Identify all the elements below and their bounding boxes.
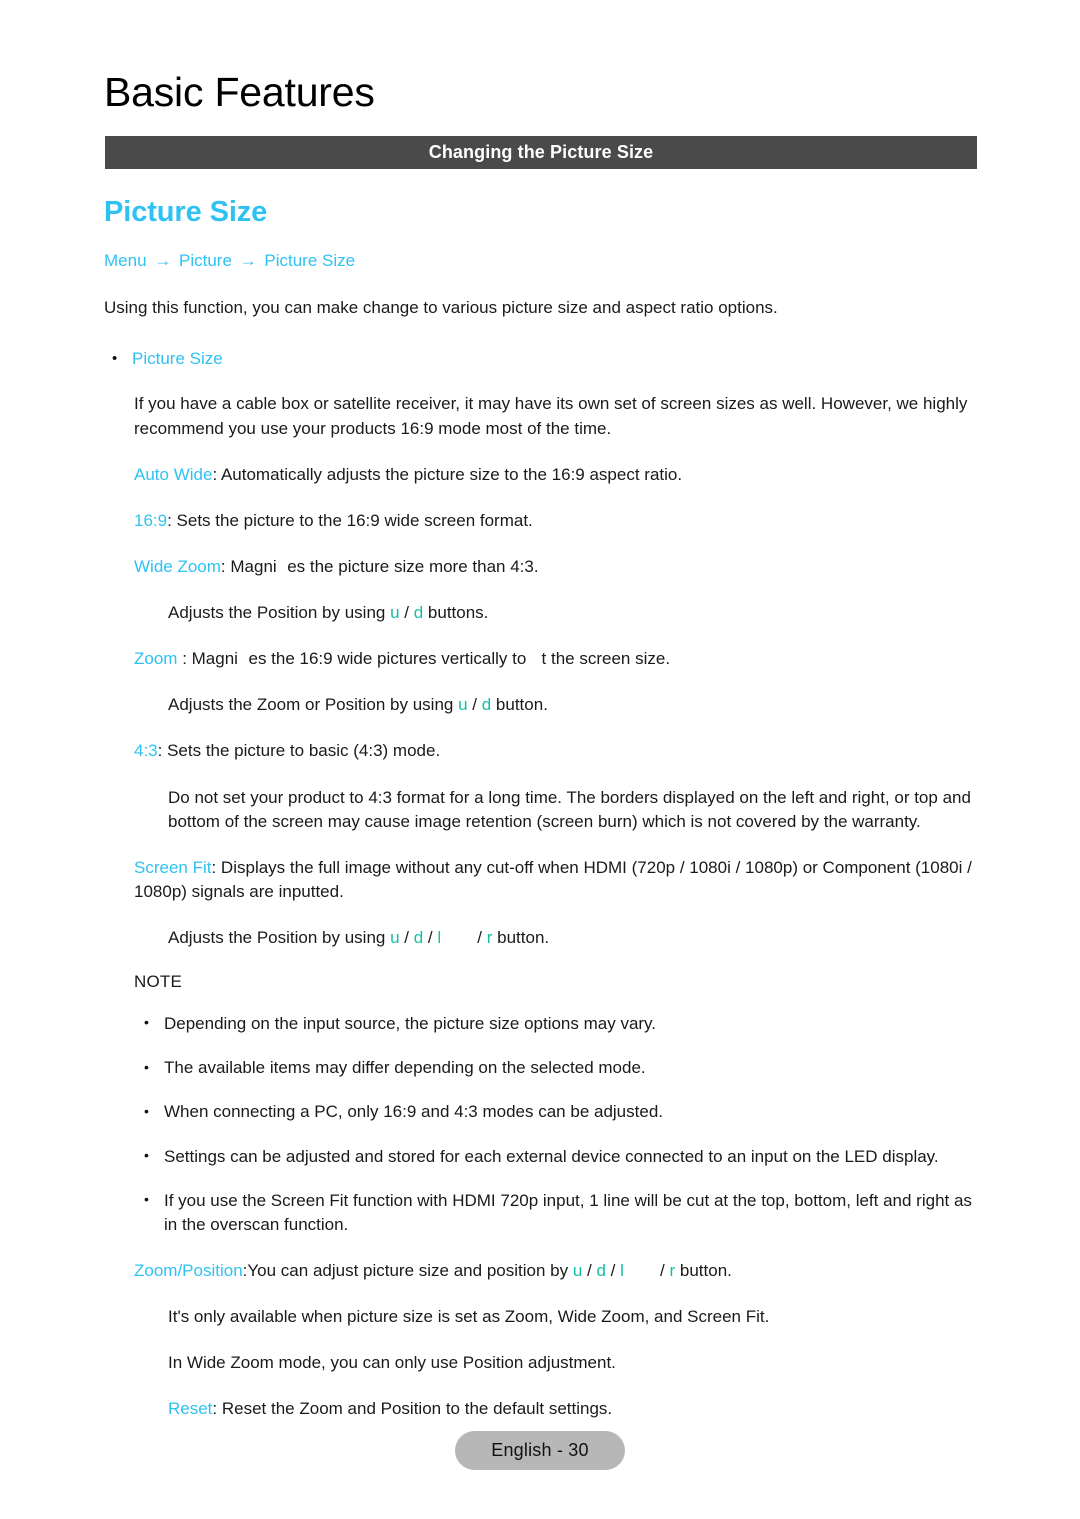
option-wide-zoom: Wide Zoom: Magni es the picture size more… (104, 555, 984, 579)
page-title: Picture Size (104, 196, 268, 228)
option-auto-wide-description: : Automatically adjusts the picture size… (212, 464, 683, 484)
zoom-adjust-prefix: Adjusts the Zoom or Position by using (168, 695, 459, 715)
breadcrumb-item-picture: Picture (179, 251, 232, 270)
breadcrumb-arrow-icon: → (239, 251, 257, 270)
option-reset: Reset: Reset the Zoom and Position to th… (104, 1397, 984, 1421)
picture-size-bullet-heading: • Picture Size (104, 348, 984, 370)
option-auto-wide-term: Auto Wide (134, 464, 213, 484)
zoom-position-wide-zoom-note: In Wide Zoom mode, you can only use Posi… (168, 1353, 616, 1373)
section-banner-label: Changing the Picture Size (428, 142, 654, 162)
key-separator: / (423, 928, 438, 948)
option-zoom-position-description-after: button. (675, 1260, 732, 1280)
breadcrumb-item-menu: Menu (104, 251, 147, 270)
key-up-icon: u (458, 695, 468, 715)
zoom-adjust-line: Adjusts the Zoom or Position by using u … (104, 693, 984, 717)
document-page: Basic Features Changing the Picture Size… (0, 0, 1080, 1519)
option-wide-zoom-description-after: es the picture size more than 4:3. (287, 556, 539, 576)
option-wide-zoom-description-before: : Magni (220, 556, 277, 576)
cable-box-note: If you have a cable box or satellite rec… (134, 394, 968, 438)
breadcrumb: Menu → Picture → Picture Size (104, 251, 984, 271)
option-4-3: 4:3: Sets the picture to basic (4:3) mod… (104, 739, 984, 763)
zoom-position-availability: It's only available when picture size is… (168, 1307, 770, 1327)
key-up-icon: u (390, 928, 400, 948)
key-down-icon: d (413, 603, 424, 623)
key-up-icon: u (572, 1260, 583, 1280)
intro-paragraph: Using this function, you can make change… (104, 298, 778, 318)
option-4-3-description: : Sets the picture to basic (4:3) mode. (157, 741, 441, 761)
list-item: • When connecting a PC, only 16:9 and 4:… (104, 1100, 984, 1124)
option-16-9: 16:9: Sets the picture to the 16:9 wide … (104, 509, 984, 533)
zoom-adjust-suffix: button. (491, 695, 548, 715)
key-separator: / (605, 1260, 621, 1280)
note-list: • Depending on the input source, the pic… (104, 1012, 984, 1237)
bullet-icon: • (144, 1014, 149, 1031)
key-separator: / (472, 928, 487, 948)
option-zoom-description-after: t the screen size. (541, 649, 671, 669)
option-screen-fit-description: : Displays the full image without any cu… (134, 857, 972, 901)
key-separator: / (582, 1260, 597, 1280)
key-separator: / (399, 603, 414, 623)
note-label: NOTE (134, 972, 183, 992)
key-left-icon: l (437, 928, 442, 948)
note-item-text: Settings can be adjusted and stored for … (164, 1146, 939, 1166)
option-zoom-position: Zoom/Position:You can adjust picture siz… (104, 1259, 984, 1283)
picture-size-bullet-label: Picture Size (132, 349, 223, 369)
list-item: • Settings can be adjusted and stored fo… (104, 1145, 984, 1169)
option-4-3-warning: Do not set your product to 4:3 format fo… (168, 787, 971, 831)
option-zoom-description-mid: es the 16:9 wide pictures vertically to (248, 649, 532, 669)
key-down-icon: d (596, 1260, 606, 1280)
note-item-text: If you use the Screen Fit function with … (164, 1190, 972, 1234)
option-reset-term: Reset (168, 1399, 213, 1419)
wide-zoom-adjust-suffix: buttons. (423, 603, 489, 623)
page-content: Picture Size Menu → Picture → Picture Si… (104, 198, 984, 1443)
note-item-text: The available items may differ depending… (164, 1058, 646, 1078)
option-zoom: Zoom : Magni es the 16:9 wide pictures ve… (104, 647, 984, 671)
option-zoom-position-description-before: :You can adjust picture size and positio… (242, 1260, 573, 1280)
key-separator: / (467, 695, 482, 715)
breadcrumb-item-picture-size: Picture Size (264, 251, 356, 270)
breadcrumb-arrow-icon: → (154, 251, 172, 270)
option-reset-description: : Reset the Zoom and Position to the def… (212, 1399, 613, 1419)
option-wide-zoom-term: Wide Zoom (134, 556, 221, 576)
option-screen-fit: Screen Fit: Displays the full image with… (104, 856, 984, 904)
section-banner: Changing the Picture Size (105, 136, 977, 169)
note-item-text: Depending on the input source, the pictu… (164, 1014, 657, 1034)
list-item: • The available items may differ dependi… (104, 1056, 984, 1080)
key-separator: / (655, 1260, 670, 1280)
option-screen-fit-term: Screen Fit (134, 857, 212, 877)
footer-page-pill: English - 30 (455, 1431, 625, 1470)
wide-zoom-adjust-prefix: Adjusts the Position by using (168, 603, 391, 623)
option-zoom-description-before: : Magni (177, 649, 238, 669)
key-up-icon: u (390, 603, 400, 623)
chapter-title: Basic Features (104, 69, 375, 115)
page-number-label: English - 30 (491, 1440, 589, 1460)
key-left-icon: l (620, 1260, 624, 1280)
option-zoom-term: Zoom (134, 649, 178, 669)
option-zoom-position-term: Zoom/Position (134, 1260, 243, 1280)
bullet-icon: • (144, 1102, 149, 1119)
bullet-icon: • (112, 350, 118, 368)
list-item: • If you use the Screen Fit function wit… (104, 1189, 984, 1237)
option-auto-wide: Auto Wide: Automatically adjusts the pic… (104, 463, 984, 487)
list-item: • Depending on the input source, the pic… (104, 1012, 984, 1036)
bullet-icon: • (144, 1190, 149, 1207)
bullet-icon: • (144, 1146, 149, 1163)
key-down-icon: d (413, 928, 424, 948)
option-16-9-description: : Sets the picture to the 16:9 wide scre… (167, 510, 533, 530)
option-16-9-term: 16:9 (134, 510, 168, 530)
note-item-text: When connecting a PC, only 16:9 and 4:3 … (164, 1102, 663, 1122)
option-4-3-term: 4:3 (134, 741, 158, 761)
wide-zoom-adjust-line: Adjusts the Position by using u / d butt… (104, 601, 984, 625)
screen-fit-adjust-suffix: button. (492, 928, 550, 948)
screen-fit-adjust-prefix: Adjusts the Position by using (168, 928, 391, 948)
key-separator: / (399, 928, 414, 948)
key-down-icon: d (481, 695, 492, 715)
bullet-icon: • (144, 1058, 149, 1075)
screen-fit-adjust-line: Adjusts the Position by using u / d / l … (104, 926, 984, 950)
